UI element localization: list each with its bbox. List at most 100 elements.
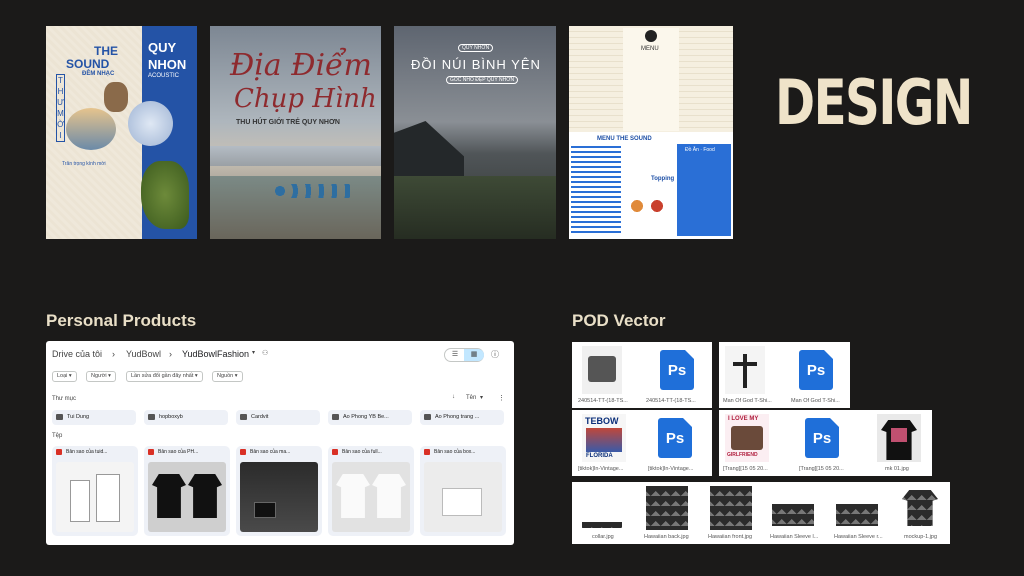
poster-menu: MENU MENU THE SOUND Đồ Ăn · Food Topping xyxy=(569,26,733,239)
poster-title: ĐỒI NÚI BÌNH YÊN xyxy=(411,57,541,72)
photoshop-file-icon[interactable]: Ps xyxy=(660,350,694,390)
mockup-thumbnail[interactable] xyxy=(877,414,921,462)
file-name: collar.jpg xyxy=(592,534,614,540)
tebow-text: TEBOW xyxy=(585,416,619,426)
vector-thumbnail[interactable]: I LOVE MY GIRLFRIEND xyxy=(725,414,769,462)
vector-thumbnail[interactable] xyxy=(582,346,622,394)
photoshop-file-icon[interactable]: Ps xyxy=(805,418,839,458)
rock-shape xyxy=(104,82,128,112)
poster-text-acoustic: ACOUSTIC xyxy=(148,73,180,79)
file-thumbnail xyxy=(240,462,318,532)
breadcrumb-separator: › xyxy=(112,349,115,359)
photoshop-file-icon[interactable]: Ps xyxy=(658,418,692,458)
folder-item[interactable]: Cardvit xyxy=(236,410,320,425)
file-name: mk 01.jpg xyxy=(885,466,909,472)
image-file-icon xyxy=(424,449,430,455)
menu-center-panel xyxy=(623,28,679,131)
sort-label[interactable]: Tên xyxy=(466,395,476,401)
breadcrumb-root[interactable]: Drive của tôi xyxy=(52,349,102,359)
folder-item[interactable]: Ao Phong trang ... xyxy=(420,410,504,425)
file-name: 240514-TT-(18-TS... xyxy=(578,398,628,404)
print-art xyxy=(891,428,907,442)
folder-item[interactable]: Ao Phong YB Be... xyxy=(328,410,412,425)
pod-vector-title: POD Vector xyxy=(572,311,666,330)
file-name: Man Of God T-Shi... xyxy=(723,398,772,404)
vector-thumbnail[interactable]: TEBOW FLORIDA xyxy=(582,414,626,462)
files-heading: Tệp xyxy=(52,433,63,439)
collar-pattern xyxy=(582,522,622,528)
file-name: Bản sao của box... xyxy=(434,449,476,455)
basket-boats xyxy=(270,184,350,198)
file-name: Hawaiian Sleeve l... xyxy=(770,534,819,540)
poster-doi-nui: QUY NHƠN ĐỒI NÚI BÌNH YÊN GÓC NHỎ ĐẸP QU… xyxy=(394,26,556,239)
menu-header: MENU xyxy=(641,46,659,52)
file-card[interactable]: Bản sao của box... xyxy=(420,446,506,536)
file-thumbnail xyxy=(56,462,134,532)
menu-left-list xyxy=(571,146,621,236)
more-options-icon[interactable]: ⋮ xyxy=(498,394,505,402)
print-art xyxy=(731,426,763,450)
poster-text-the: THE xyxy=(94,44,118,58)
sort-dropdown-icon[interactable]: ▾ xyxy=(480,394,483,401)
drink-images xyxy=(627,186,671,226)
list-view-icon[interactable]: ☰ xyxy=(445,349,465,361)
shirt-mockup xyxy=(902,490,938,526)
poster-text-quy: QUY xyxy=(148,40,177,55)
vector-thumbnail[interactable] xyxy=(770,486,816,530)
box-shape xyxy=(442,488,482,516)
file-card[interactable]: Bản sao của PH... xyxy=(144,446,230,536)
poster-small-text: Trân trọng kính mời xyxy=(62,161,106,167)
vector-thumbnail[interactable] xyxy=(580,486,624,530)
vector-thumbnail[interactable] xyxy=(710,486,752,530)
poster-text-dem-nhac: ĐÊM NHẠC xyxy=(82,71,115,77)
photoshop-file-icon[interactable]: Ps xyxy=(799,350,833,390)
sort-direction-icon[interactable]: ↓ xyxy=(452,394,455,400)
filter-source[interactable]: Nguồn ▾ xyxy=(212,371,243,382)
image-file-icon xyxy=(332,449,338,455)
folder-item[interactable]: hopboxyb xyxy=(144,410,228,425)
file-name: [tiktok]In-Vintage... xyxy=(578,466,624,472)
shared-folder-icon[interactable]: ⚇ xyxy=(262,349,268,357)
grid-view-icon[interactable]: ▦ xyxy=(464,349,484,361)
cross-art xyxy=(743,354,747,388)
dropdown-icon[interactable]: ▾ xyxy=(252,349,255,356)
filter-type[interactable]: Loại ▾ xyxy=(52,371,77,382)
view-toggle[interactable]: ☰ ▦ xyxy=(444,348,484,362)
vector-thumbnail[interactable] xyxy=(834,486,880,530)
poster-title-line2: Chụp Hình xyxy=(234,84,377,114)
print-art xyxy=(588,356,616,382)
vector-thumbnail[interactable] xyxy=(725,346,765,394)
file-name: [Trang][15 05 20... xyxy=(799,466,844,472)
mockup-thumbnail[interactable] xyxy=(898,486,942,530)
file-name: Hawaiian back.jpg xyxy=(644,534,689,540)
file-card[interactable]: Bản sao của full... xyxy=(328,446,414,536)
breadcrumb-mid[interactable]: YudBowl xyxy=(126,349,161,359)
girlfriend-text: GIRLFRIEND xyxy=(727,452,758,458)
filter-people[interactable]: Người ▾ xyxy=(86,371,116,382)
sleeve-pattern xyxy=(836,504,878,526)
file-card[interactable]: Bản sao của ma... xyxy=(236,446,322,536)
pod-group: TEBOW FLORIDA Ps [tiktok]In-Vintage... [… xyxy=(572,410,712,476)
menu-topping-label: Topping xyxy=(651,176,675,182)
poster-subtitle: THU HÚT GIỚI TRẺ QUY NHƠN xyxy=(236,119,340,126)
tshirt-shape xyxy=(152,474,186,518)
info-icon[interactable]: ⓘ xyxy=(491,349,499,360)
file-name: Bản sao của ma... xyxy=(250,449,291,455)
tshirt-shape xyxy=(336,474,370,518)
file-card[interactable]: Bản sao của tuid... xyxy=(52,446,138,536)
file-thumbnail xyxy=(332,462,410,532)
pod-group: collar.jpg Hawaiian back.jpg Hawaiian fr… xyxy=(572,482,950,544)
poster-title-line1: Địa Điểm xyxy=(230,48,372,83)
sleeve-pattern xyxy=(772,504,814,526)
ilove-text: I LOVE MY xyxy=(728,416,759,422)
folder-item[interactable]: Tui Dung xyxy=(52,410,136,425)
filter-modified[interactable]: Lần sửa đổi gần đây nhất ▾ xyxy=(126,371,203,382)
poster-text-thu-moi: THƯ MỜI xyxy=(56,74,65,142)
file-name: Man Of God T-Shi... xyxy=(791,398,840,404)
breadcrumb-current[interactable]: YudBowlFashion xyxy=(182,349,249,359)
tshirt-shape xyxy=(188,474,222,518)
pod-group: Ps 240514-TT-(18-TS... 240514-TT-(18-TS.… xyxy=(572,342,712,408)
vector-thumbnail[interactable] xyxy=(646,486,688,530)
print-art xyxy=(586,428,622,452)
file-name: Hawaiian Sleeve r... xyxy=(834,534,883,540)
